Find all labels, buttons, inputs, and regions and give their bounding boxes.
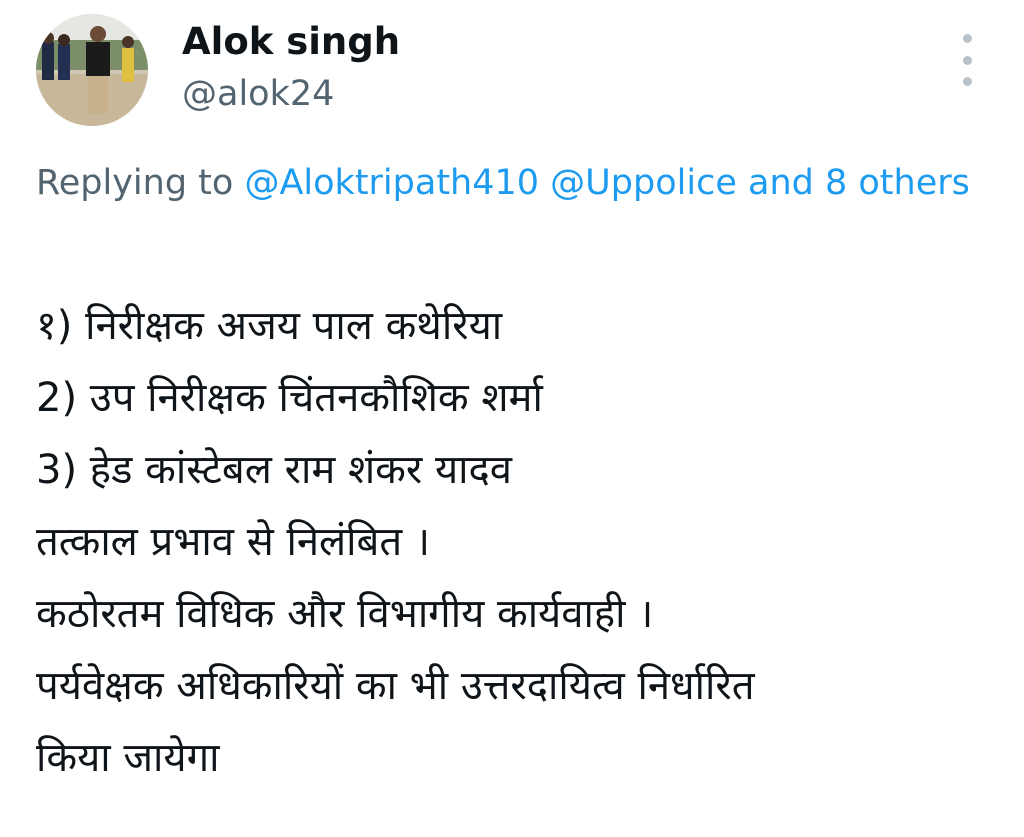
profile-photo-icon (36, 14, 148, 126)
vertical-ellipsis-icon[interactable] (950, 34, 984, 86)
tweet-line: किया जायेगा (36, 735, 220, 781)
replying-to-label: Replying to (36, 163, 234, 203)
tweet-line: 3) हेड कांस्टेबल राम शंकर यादव (36, 447, 512, 493)
tweet-line: कठोरतम विधिक और विभागीय कार्यवाही । (36, 591, 654, 637)
avatar[interactable] (36, 14, 148, 126)
mention-uppolice[interactable]: @Uppolice (550, 163, 737, 203)
dot (962, 34, 972, 43)
user-handle[interactable]: @alok24 (182, 72, 334, 116)
dot (962, 55, 972, 65)
display-name[interactable]: Alok singh (182, 18, 400, 66)
tweet-line: पर्यवेक्षक अधिकारियों का भी उत्तरदायित्व… (36, 663, 755, 709)
tweet-line: तत्काल प्रभाव से निलंबित । (36, 519, 431, 565)
tweet-line: 2) उप निरीक्षक चिंतनकौशिक शर्मा (36, 375, 543, 421)
dot (962, 77, 972, 86)
replying-to: Replying to @Aloktripath410 @Uppolice an… (36, 155, 996, 211)
mention-aloktripath410[interactable]: @Aloktripath410 (244, 163, 539, 203)
tweet-text: १) निरीक्षक अजय पाल कथेरिया 2) उप निरीक्… (36, 290, 996, 794)
tweet-line: १) निरीक्षक अजय पाल कथेरिया (36, 303, 503, 349)
mention-others[interactable]: and 8 others (748, 163, 970, 203)
